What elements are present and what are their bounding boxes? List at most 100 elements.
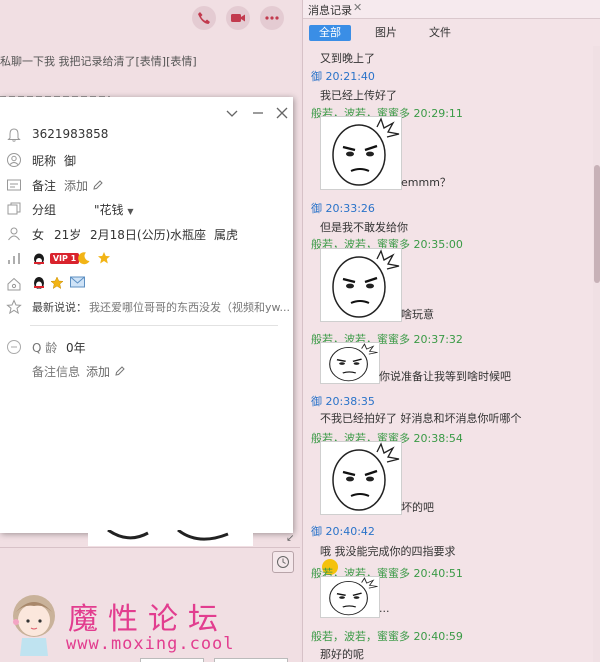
latest-say-text: 我还爱哪位哥哥的东西没发（视频和yw... xyxy=(89,301,290,314)
video-camera-icon xyxy=(231,14,245,22)
mail-badge-icon[interactable] xyxy=(70,276,85,291)
meme-image[interactable] xyxy=(320,576,380,618)
anime-girl-avatar xyxy=(13,595,55,656)
watermark-url: www.moxing.cool xyxy=(66,634,235,654)
message-text: 哦 我没能完成你的四指要求 xyxy=(320,545,456,558)
remark-label: 备注 xyxy=(32,179,57,193)
message-text: 那好的呢 xyxy=(320,648,364,661)
profile-basic-info-row: 女 21岁 2月18日(公历) 水瓶座 属虎 xyxy=(0,223,293,245)
group-label: 分组 xyxy=(32,203,57,217)
meme-caption: 你说准备让我等到啥时候吧 xyxy=(379,370,511,383)
clock-icon xyxy=(277,556,289,568)
phone-icon xyxy=(198,12,210,24)
message-header-self: 御 20:40:42 xyxy=(311,525,375,538)
more-button[interactable] xyxy=(260,6,284,30)
message-text: 不我已经拍好了 好消息和坏消息你听哪个 xyxy=(320,412,522,425)
gender: 女 xyxy=(32,228,45,242)
profile-group-row: 分组 "花钱 ▼ xyxy=(0,198,293,220)
history-tab-label: 消息记录 xyxy=(308,4,352,17)
message-header-self: 御 20:21:40 xyxy=(311,70,375,83)
house-star-icon xyxy=(7,277,21,291)
profile-qq-row: 3621983858 xyxy=(0,124,293,146)
profile-remark-info-row: 备注信息 添加 xyxy=(0,360,293,382)
add-remark-text: 添加 xyxy=(64,179,89,193)
scrollbar-track[interactable] xyxy=(593,46,600,662)
profile-divider xyxy=(30,325,278,326)
chat-window: 私聊一下我 我把记录给清了[表情][表情] 3621983858 昵称 御 备注… xyxy=(0,0,300,662)
qage-value: 0年 xyxy=(66,341,86,355)
vip-level-label: VIP 1 xyxy=(49,253,80,264)
filter-files-tab[interactable]: 文件 xyxy=(419,25,461,41)
meme-image[interactable] xyxy=(320,441,402,515)
group-select[interactable]: "花钱 ▼ xyxy=(94,201,134,218)
add-remark-info-link[interactable]: 添加 xyxy=(86,363,126,380)
voice-call-button[interactable] xyxy=(192,6,216,30)
add-remark-info-text: 添加 xyxy=(86,365,111,379)
moon-level-icon xyxy=(77,251,91,268)
qage-label: Q 龄 xyxy=(32,341,58,355)
star-level-icon xyxy=(97,251,111,268)
latest-say-label: 最新说说： xyxy=(32,301,87,314)
dropdown-caret-icon: ▼ xyxy=(127,207,134,216)
message-text: 我已经上传好了 xyxy=(320,89,397,102)
group-value: "花钱 xyxy=(94,203,124,217)
nickname-value: 御 xyxy=(64,154,77,168)
close-icon[interactable] xyxy=(272,103,292,123)
tab-message-history[interactable]: 消息记录 ✕ xyxy=(303,0,600,19)
message-header-contact: 般若，波若，蜜蜜多 20:40:59 xyxy=(311,630,463,643)
bar-chart-icon xyxy=(8,253,20,264)
age: 21岁 xyxy=(54,228,82,242)
pencil-icon xyxy=(115,366,125,376)
nickname-label: 昵称 xyxy=(32,154,57,168)
profile-qage-row: Q 龄 0年 xyxy=(0,336,293,358)
close-tab-icon[interactable]: ✕ xyxy=(353,1,362,14)
filter-all-tab[interactable]: 全部 xyxy=(309,25,351,41)
history-filter-bar: 全部 图片 文件 xyxy=(303,22,600,44)
filter-images-tab[interactable]: 图片 xyxy=(365,25,407,41)
add-remark-link[interactable]: 添加 xyxy=(64,177,104,194)
meme-image[interactable] xyxy=(320,342,380,384)
constellation: 水瓶座 xyxy=(170,228,207,242)
group-icon xyxy=(7,202,21,215)
message-text: 又到晚上了 xyxy=(320,52,375,65)
message-header-self: 御 20:33:26 xyxy=(311,202,375,215)
send-button[interactable] xyxy=(214,658,288,662)
message-text: 但是我不敢发给你 xyxy=(320,221,408,234)
close-button[interactable] xyxy=(140,658,204,662)
profile-nickname-row: 昵称 御 xyxy=(0,149,293,171)
profile-level-row: VIP 1 xyxy=(0,248,293,270)
chat-image-fragment[interactable] xyxy=(88,530,253,546)
id-card-icon xyxy=(7,179,21,191)
meme-caption: 坏的吧 xyxy=(401,501,434,514)
chevron-down-icon[interactable] xyxy=(222,103,242,123)
scrollbar-thumb[interactable] xyxy=(594,165,600,283)
minimize-icon[interactable] xyxy=(248,103,268,123)
minus-circle-icon xyxy=(7,340,21,354)
collapse-arrow-icon[interactable]: ↙ xyxy=(286,533,294,544)
more-dots-icon xyxy=(265,16,279,20)
chat-toolbar xyxy=(0,0,300,34)
penguin-badge-icon[interactable] xyxy=(32,276,46,293)
remark-info-label: 备注信息 xyxy=(32,365,81,379)
chat-message-text: 私聊一下我 我把记录给清了[表情][表情] xyxy=(0,55,197,68)
bell-icon xyxy=(7,128,21,142)
profile-latest-say-row[interactable]: 最新说说： 我还爱哪位哥哥的东西没发（视频和yw... xyxy=(0,296,293,318)
user-circle-icon xyxy=(7,153,21,167)
message-header-self: 御 20:38:35 xyxy=(311,395,375,408)
message-history-panel: 消息记录 ✕ 全部 图片 文件 又到晚上了御 20:21:40 我已经上传好了般若… xyxy=(302,0,600,662)
person-icon xyxy=(8,227,20,241)
profile-badges-row xyxy=(0,273,293,295)
qq-number: 3621983858 xyxy=(32,127,109,141)
meme-image[interactable] xyxy=(320,116,402,190)
meme-caption: emmm？ xyxy=(401,176,451,189)
penguin-icon xyxy=(34,253,44,264)
video-call-button[interactable] xyxy=(226,6,250,30)
vip-badge[interactable]: VIP 1 xyxy=(32,251,80,265)
meme-image[interactable] xyxy=(320,248,402,322)
history-message-list[interactable]: 又到晚上了御 20:21:40 我已经上传好了 般若，波若，蜜蜜多 20:29:11… xyxy=(303,46,600,662)
gold-star-badge-icon[interactable] xyxy=(50,276,64,293)
meme-caption: 啥玩意 xyxy=(401,308,434,321)
birthday: 2月18日(公历) xyxy=(90,228,171,242)
star-outline-icon xyxy=(6,299,22,315)
input-area-divider xyxy=(0,547,300,548)
